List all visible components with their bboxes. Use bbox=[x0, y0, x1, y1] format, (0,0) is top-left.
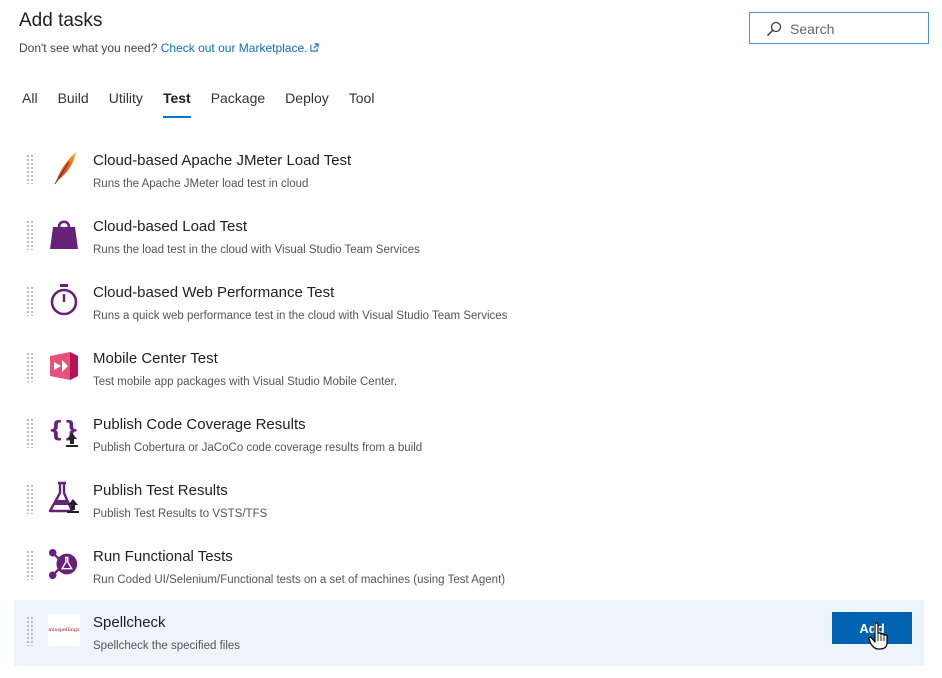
tab-build[interactable]: Build bbox=[58, 88, 89, 118]
marketplace-link-label: Check out our Marketplace. bbox=[160, 41, 308, 55]
search-input[interactable] bbox=[790, 19, 920, 39]
braces-upload-icon: {} bbox=[48, 414, 80, 450]
feather-icon bbox=[48, 150, 80, 186]
drag-handle-icon[interactable] bbox=[26, 418, 34, 448]
marketplace-hint: Don't see what you need? Check out our M… bbox=[19, 41, 320, 55]
tab-deploy[interactable]: Deploy bbox=[285, 88, 329, 118]
task-description: Test mobile app packages with Visual Stu… bbox=[93, 376, 398, 388]
task-row-run-functional-tests[interactable]: Run Functional Tests Run Coded UI/Seleni… bbox=[14, 534, 924, 600]
task-row-publish-code-coverage[interactable]: {} Publish Code Coverage Results Publish… bbox=[14, 402, 924, 468]
task-row-spellcheck[interactable]: misspellings Spellcheck Spellcheck the s… bbox=[14, 600, 924, 666]
task-description: Runs the load test in the cloud with Vis… bbox=[93, 244, 420, 256]
drag-handle-icon[interactable] bbox=[26, 550, 34, 580]
drag-handle-icon[interactable] bbox=[26, 352, 34, 382]
task-name: Mobile Center Test bbox=[93, 350, 218, 367]
task-row-jmeter[interactable]: Cloud-based Apache JMeter Load Test Runs… bbox=[14, 138, 924, 204]
marketplace-link[interactable]: Check out our Marketplace. bbox=[161, 41, 320, 55]
search-box[interactable] bbox=[749, 12, 929, 44]
task-name: Publish Code Coverage Results bbox=[93, 416, 306, 433]
task-description: Runs the Apache JMeter load test in clou… bbox=[93, 178, 309, 190]
flask-upload-icon bbox=[48, 480, 80, 516]
task-name: Spellcheck bbox=[93, 614, 166, 631]
weight-icon bbox=[48, 216, 80, 252]
spellcheck-logo-icon: misspellings bbox=[48, 612, 80, 648]
task-row-web-performance-test[interactable]: Cloud-based Web Performance Test Runs a … bbox=[14, 270, 924, 336]
external-link-icon bbox=[310, 43, 320, 52]
task-name: Cloud-based Apache JMeter Load Test bbox=[93, 152, 352, 169]
task-description: Publish Cobertura or JaCoCo code coverag… bbox=[93, 442, 423, 454]
page-title: Add tasks bbox=[19, 10, 103, 31]
search-icon bbox=[767, 21, 782, 36]
task-row-cloud-load-test[interactable]: Cloud-based Load Test Runs the load test… bbox=[14, 204, 924, 270]
task-row-mobile-center-test[interactable]: Mobile Center Test Test mobile app packa… bbox=[14, 336, 924, 402]
drag-handle-icon[interactable] bbox=[26, 616, 34, 646]
task-description: Spellcheck the specified files bbox=[93, 640, 241, 652]
task-name: Publish Test Results bbox=[93, 482, 228, 499]
task-name: Cloud-based Load Test bbox=[93, 218, 247, 235]
category-tabs: All Build Utility Test Package Deploy To… bbox=[22, 88, 394, 118]
hand-cursor-icon bbox=[868, 622, 888, 650]
task-row-publish-test-results[interactable]: Publish Test Results Publish Test Result… bbox=[14, 468, 924, 534]
task-name: Run Functional Tests bbox=[93, 548, 233, 565]
tab-utility[interactable]: Utility bbox=[109, 88, 143, 118]
task-description: Run Coded UI/Selenium/Functional tests o… bbox=[93, 574, 506, 586]
svg-text:{}: {} bbox=[48, 418, 79, 443]
tab-tool[interactable]: Tool bbox=[349, 88, 375, 118]
task-description: Publish Test Results to VSTS/TFS bbox=[93, 508, 268, 520]
stopwatch-icon bbox=[48, 282, 80, 318]
tab-package[interactable]: Package bbox=[211, 88, 265, 118]
spellcheck-logo-text: misspellings bbox=[48, 627, 80, 633]
task-list: Cloud-based Apache JMeter Load Test Runs… bbox=[14, 138, 924, 666]
drag-handle-icon[interactable] bbox=[26, 484, 34, 514]
network-flask-icon bbox=[48, 546, 80, 582]
drag-handle-icon[interactable] bbox=[26, 154, 34, 184]
task-description: Runs a quick web performance test in the… bbox=[93, 310, 508, 322]
hint-text: Don't see what you need? bbox=[19, 41, 161, 55]
tab-test[interactable]: Test bbox=[162, 88, 191, 118]
drag-handle-icon[interactable] bbox=[26, 220, 34, 250]
task-name: Cloud-based Web Performance Test bbox=[93, 284, 335, 301]
tab-all[interactable]: All bbox=[22, 88, 38, 118]
visual-studio-icon bbox=[48, 348, 80, 384]
drag-handle-icon[interactable] bbox=[26, 286, 34, 316]
